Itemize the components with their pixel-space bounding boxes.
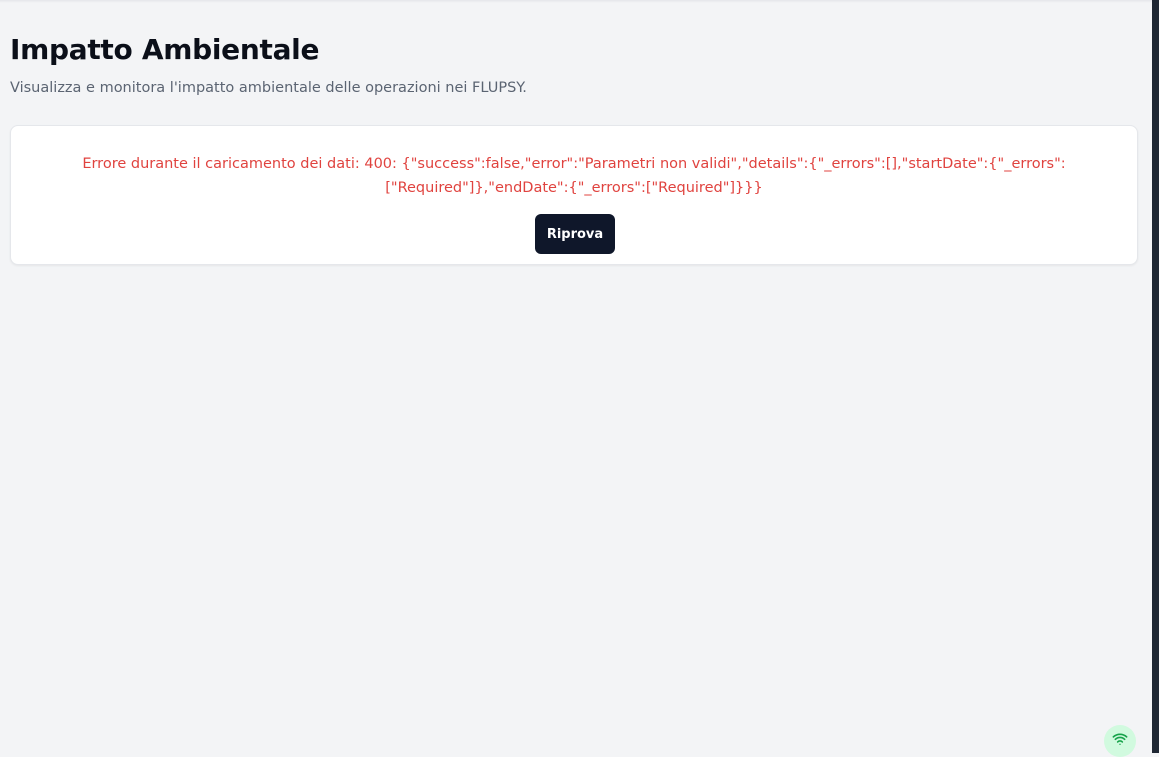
error-message: Errore durante il caricamento dei dati: … (82, 156, 1066, 196)
window-edge (1152, 0, 1159, 753)
top-divider (0, 0, 1152, 3)
page-subtitle: Visualizza e monitora l'impatto ambienta… (10, 80, 527, 96)
connection-status-indicator[interactable] (1104, 725, 1136, 757)
wifi-icon (1112, 731, 1128, 751)
page-container: Impatto Ambientale Visualizza e monitora… (0, 0, 1152, 757)
retry-button[interactable]: Riprova (535, 214, 615, 254)
error-card: Errore durante il caricamento dei dati: … (10, 125, 1138, 265)
page-title: Impatto Ambientale (10, 33, 320, 66)
